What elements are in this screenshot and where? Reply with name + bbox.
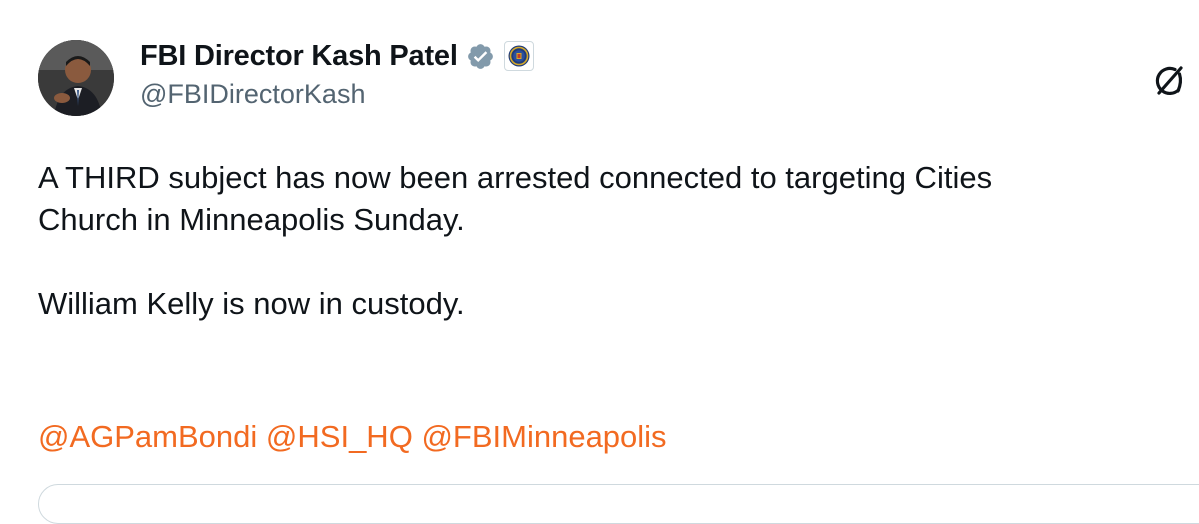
fbi-seal-icon[interactable] (503, 41, 534, 71)
embedded-card[interactable] (38, 484, 1199, 524)
mentions-row: @AGPamBondi @HSI_HQ @FBIMinneapolis (38, 416, 667, 458)
mention-link[interactable]: @FBIMinneapolis (421, 419, 666, 454)
tweet-text-line: Church in Minneapolis Sunday. (38, 202, 465, 237)
avatar[interactable] (38, 40, 114, 116)
mention-link[interactable]: @AGPamBondi (38, 419, 257, 454)
tweet-text-line: A THIRD subject has now been arrested co… (38, 160, 993, 195)
tweet-header: FBI Director Kash Patel @FBIDirectorKash (140, 36, 534, 110)
tweet-text-line: William Kelly is now in custody. (38, 286, 465, 321)
verified-badge-icon[interactable] (466, 42, 495, 71)
name-row: FBI Director Kash Patel (140, 36, 534, 76)
grok-icon[interactable] (1150, 64, 1186, 100)
tweet-text: A THIRD subject has now been arrested co… (38, 157, 1188, 325)
tweet: FBI Director Kash Patel @FBIDirectorKash (0, 0, 1199, 524)
author-handle[interactable]: @FBIDirectorKash (140, 79, 534, 110)
display-name[interactable]: FBI Director Kash Patel (140, 40, 458, 73)
mention-link[interactable]: @HSI_HQ (266, 419, 413, 454)
